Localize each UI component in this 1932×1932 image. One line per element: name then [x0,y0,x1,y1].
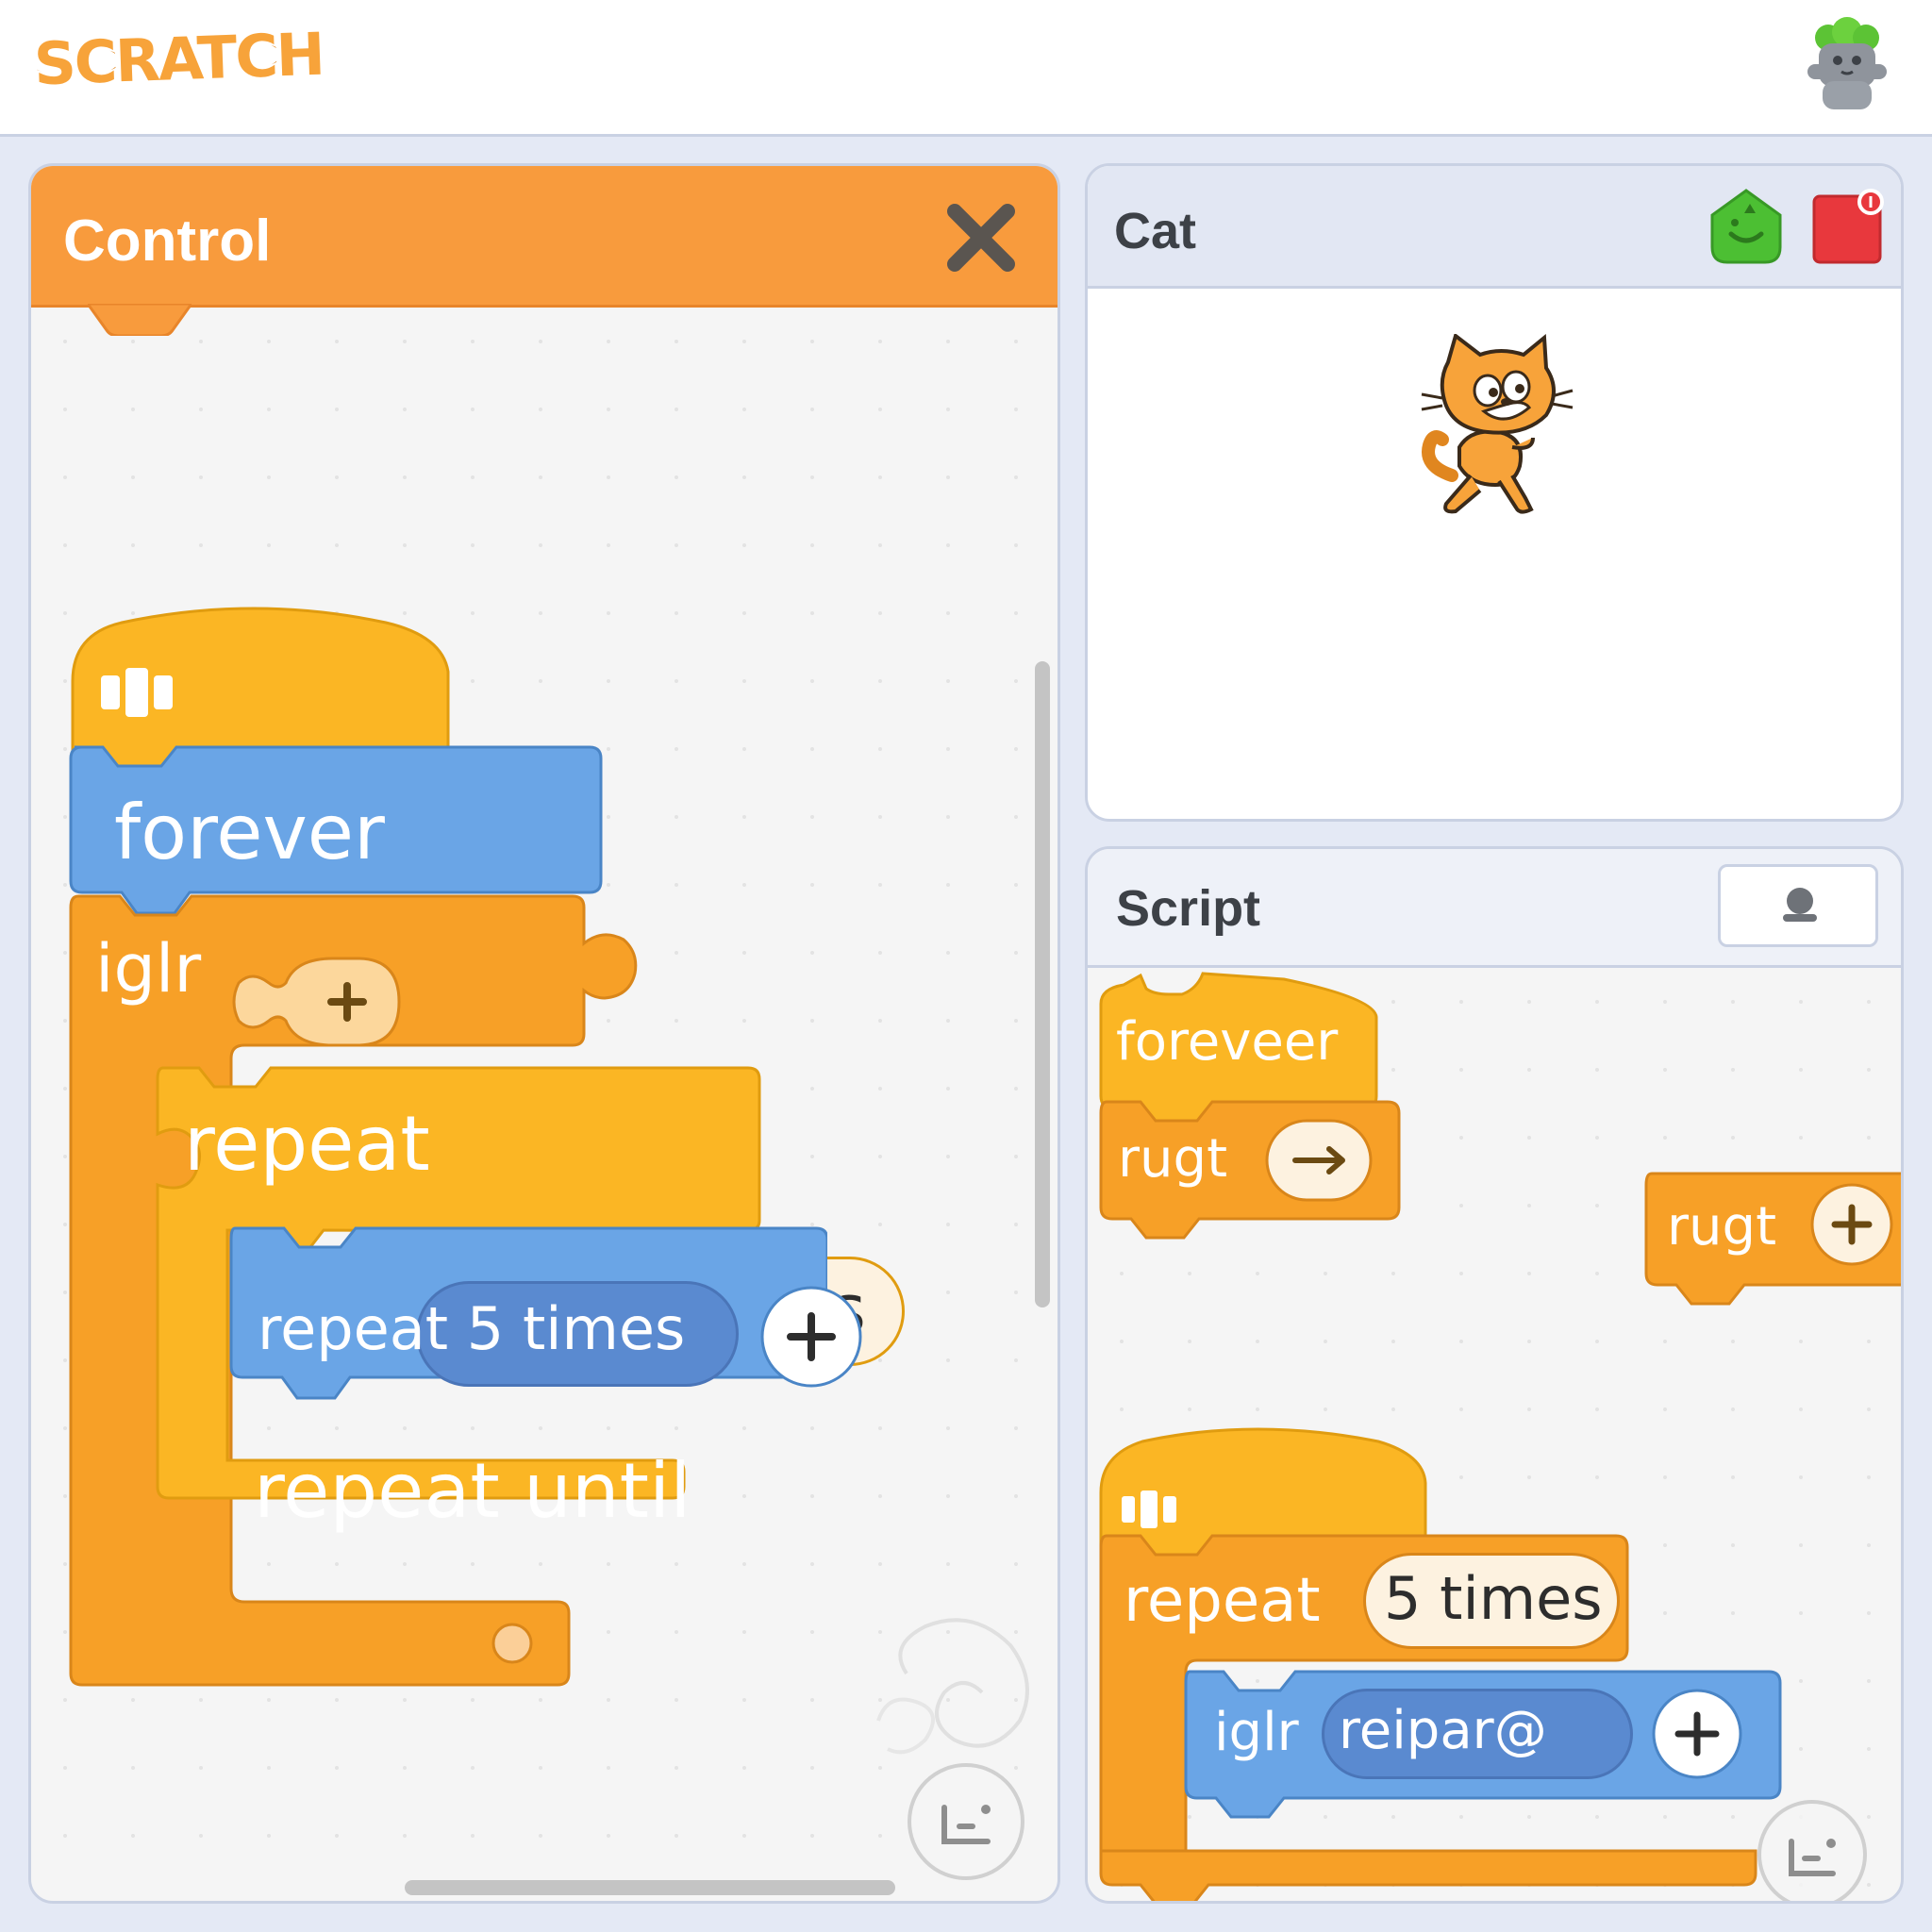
script-title: Script [1116,880,1261,937]
iglr-label: iglr [95,930,202,1008]
script-header: Script [1088,849,1901,968]
stage-panel[interactable]: Cat [1085,163,1904,822]
script-iglr-label: iglr [1214,1702,1299,1763]
repeat-5-times-label: repeat 5 times [258,1294,686,1363]
palette-header: Control [31,166,1058,308]
palette-vertical-scrollbar[interactable] [1035,661,1050,1307]
forever-label: forever [114,789,385,876]
script-iglr-plus-button[interactable] [1650,1687,1744,1781]
stop-icon[interactable] [1808,187,1888,266]
script-repeat-count-value: 5 times [1384,1564,1603,1633]
script-iglr-reipar-value: reipar@ [1339,1700,1547,1761]
green-flag-icon[interactable] [1707,187,1786,266]
repeat-5-times-plus-button[interactable] [759,1285,863,1389]
user-icon [1783,888,1817,922]
foreveer-label: foreveer [1116,1011,1339,1073]
stage-header: Cat [1088,166,1901,289]
palette-zoom-button[interactable] [905,1760,1027,1883]
repeat-label: repeat [184,1100,430,1188]
rugt-2-plus-input[interactable] [1807,1179,1897,1270]
block-palette[interactable]: Control forever iglr repeat repeat 5 tim… [28,163,1060,1904]
script-repeat-label: repeat [1124,1566,1321,1636]
rugt-2-label: rugt [1667,1196,1777,1257]
top-bar: SCRATCH [0,0,1932,137]
profile-icon[interactable] [1800,17,1894,115]
rugt-1-label: rugt [1118,1128,1228,1190]
scratch-logo[interactable]: SCRATCH [31,18,326,101]
script-panel[interactable]: Script foreveer rugt rugt repeat 5 times… [1085,846,1904,1904]
stage-title: Cat [1114,203,1197,259]
rugt-1-arrow-input[interactable] [1263,1115,1376,1206]
swirl-decoration [876,1618,1029,1755]
script-user-button[interactable] [1718,864,1878,947]
repeat-until-label: repeat until [254,1447,691,1535]
iglr-plus-input[interactable] [220,945,427,1058]
cat-sprite[interactable] [1414,334,1584,523]
palette-horizontal-scrollbar[interactable] [405,1880,895,1895]
palette-title: Control [63,208,272,274]
hat-block-icon [1122,1491,1176,1528]
close-icon[interactable] [941,198,1021,277]
workspace: Control forever iglr repeat repeat 5 tim… [0,137,1932,1932]
script-zoom-button[interactable] [1754,1796,1871,1904]
